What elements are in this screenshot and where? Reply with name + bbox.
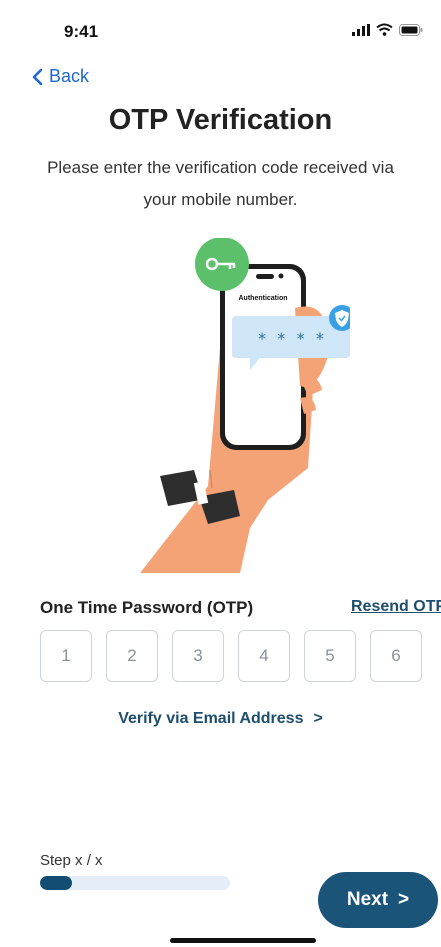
back-button[interactable]: Back	[32, 66, 89, 87]
otp-label: One Time Password (OTP)	[40, 598, 254, 617]
back-label: Back	[49, 66, 90, 86]
chevron-right-icon: >	[313, 710, 323, 727]
otp-digit-input[interactable]: 1	[40, 630, 92, 682]
phone-screen-title: Authentication	[239, 295, 288, 302]
page-title: OTP Verification	[108, 104, 333, 136]
verify-email-label: Verify via Email Address	[118, 710, 304, 727]
otp-digit-input[interactable]: 4	[238, 630, 290, 682]
step-label: Step x / x	[40, 852, 103, 869]
masked-code: * * * *	[257, 329, 324, 348]
otp-digit-input[interactable]: 5	[304, 630, 356, 682]
wifi-icon	[376, 23, 393, 36]
chevron-left-icon	[32, 68, 43, 85]
chevron-right-icon: >	[398, 889, 410, 910]
signal-icon	[352, 24, 370, 36]
status-icons	[352, 23, 423, 36]
status-time: 9:41	[64, 22, 99, 41]
home-indicator	[170, 938, 316, 943]
next-label: Next	[346, 889, 389, 910]
battery-icon	[399, 24, 423, 36]
progress-bar	[40, 876, 230, 890]
otp-digit-input[interactable]: 3	[172, 630, 224, 682]
resend-otp-link[interactable]: Resend OTP	[351, 598, 441, 616]
next-button[interactable]: Next >	[318, 872, 438, 928]
phone-authentication-illustration: Authentication * * * *	[140, 238, 350, 573]
otp-input-row: 1 2 3 4 5 6	[40, 630, 422, 682]
progress-fill	[40, 876, 73, 890]
otp-digit-input[interactable]: 6	[370, 630, 422, 682]
page-subtitle: Please enter the verification code recei…	[47, 158, 394, 209]
verify-email-link[interactable]: Verify via Email Address >	[0, 710, 441, 728]
otp-digit-input[interactable]: 2	[106, 630, 158, 682]
status-bar: 9:41	[0, 0, 441, 60]
